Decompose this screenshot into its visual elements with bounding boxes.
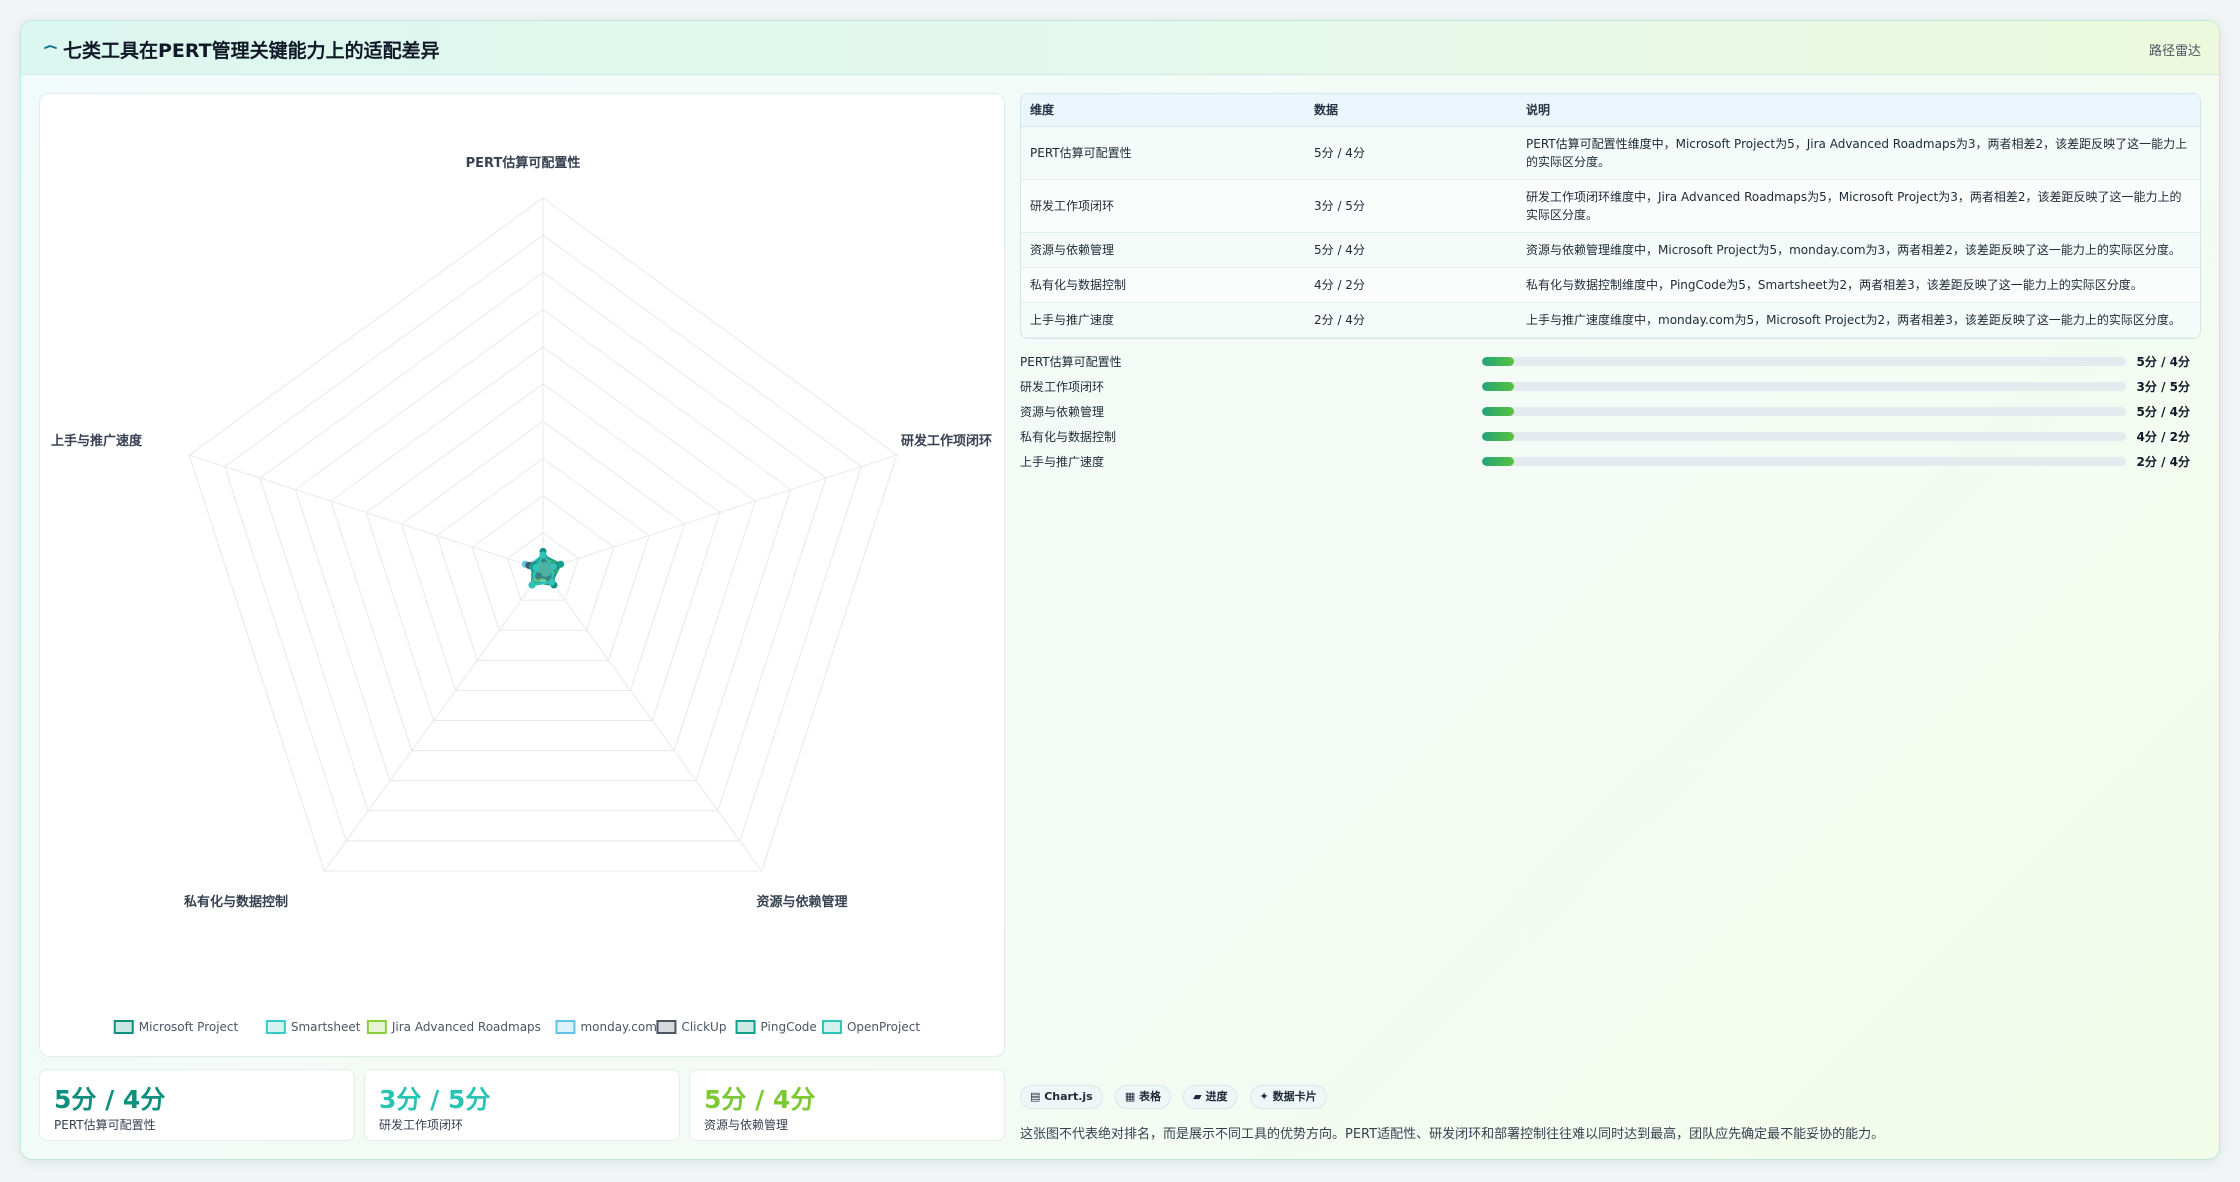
progress-value: 4分 / 2分 xyxy=(2136,430,2190,444)
chip-table[interactable]: ▦ 表格 xyxy=(1114,1085,1172,1109)
series-point xyxy=(548,578,556,586)
radar-logo-icon xyxy=(44,45,57,49)
legend-label: PingCode xyxy=(761,1020,817,1034)
progress-value: 5分 / 4分 xyxy=(2136,355,2190,369)
series-point xyxy=(528,581,536,589)
progress-label: PERT估算可配置性 xyxy=(1020,355,1122,369)
progress-label: 资源与依赖管理 xyxy=(1020,405,1105,419)
legend-swatch xyxy=(735,1020,756,1034)
footnote: 这张图不代表绝对排名，而是展示不同工具的优势方向。PERT适配性、研发闭环和部署… xyxy=(1020,1127,1885,1142)
progress-fill xyxy=(1482,407,1515,416)
axis-label: 上手与推广速度 xyxy=(51,433,143,449)
stat-value: 5分 / 4分 xyxy=(54,1085,166,1114)
stat-value: 3分 / 5分 xyxy=(379,1085,491,1114)
progress-value: 2分 / 4分 xyxy=(2136,455,2190,469)
progress-track xyxy=(1482,357,2126,366)
progress-track xyxy=(1482,432,2126,441)
col-header-note: 说明 xyxy=(1517,94,2200,127)
header-bar: 七类工具在PERT管理关键能力上的适配差异 路径雷达 xyxy=(21,21,2219,75)
progress-fill xyxy=(1482,382,1515,391)
cell-note: 私有化与数据控制维度中，PingCode为5，Smartsheet为2，两者相差… xyxy=(1517,267,2200,303)
comparison-table: 维度 数据 说明 PERT估算可配置性 5分 / 4分 PERT估算可配置性维度… xyxy=(1020,93,2201,339)
stat-label: 资源与依赖管理 xyxy=(704,1118,789,1132)
progress-track xyxy=(1482,382,2126,391)
series-point xyxy=(550,563,558,571)
chip-data-cards[interactable]: ✦ 数据卡片 xyxy=(1249,1085,1327,1109)
progress-row: 研发工作项闭环 3分 / 5分 xyxy=(1020,374,2190,399)
progress-fill xyxy=(1482,432,1515,441)
cell-note: 资源与依赖管理维度中，Microsoft Project为5，monday.co… xyxy=(1517,232,2200,268)
legend-label: monday.com xyxy=(580,1020,656,1034)
progress-row: 上手与推广速度 2分 / 4分 xyxy=(1020,449,2190,474)
progress-row: 资源与依赖管理 5分 / 4分 xyxy=(1020,399,2190,424)
progress-value: 5分 / 4分 xyxy=(2136,405,2190,419)
axis-label: 资源与依赖管理 xyxy=(756,894,847,910)
cell-dimension: 研发工作项闭环 xyxy=(1021,179,1305,233)
stat-card-pert: 5分 / 4分 PERT估算可配置性 xyxy=(39,1069,355,1141)
progress-row: PERT估算可配置性 5分 / 4分 xyxy=(1020,349,2190,374)
chip-progress[interactable]: ▰ 进度 xyxy=(1183,1085,1238,1109)
progress-fill xyxy=(1482,357,1515,366)
cell-dimension: 资源与依赖管理 xyxy=(1021,232,1305,268)
legend-swatch xyxy=(821,1020,842,1034)
cell-data: 4分 / 2分 xyxy=(1305,267,1517,303)
progress-label: 私有化与数据控制 xyxy=(1020,430,1117,444)
series-point xyxy=(539,551,547,559)
legend-swatch xyxy=(113,1020,134,1034)
legend-label: Smartsheet xyxy=(291,1020,361,1034)
legend-swatch xyxy=(366,1020,387,1034)
progress-fill xyxy=(1482,457,1515,466)
progress-row: 私有化与数据控制 4分 / 2分 xyxy=(1020,424,2190,449)
chip-chartjs[interactable]: ▤ Chart.js xyxy=(1020,1085,1103,1109)
series-point xyxy=(532,564,540,572)
progress-track xyxy=(1482,457,2126,466)
cell-note: PERT估算可配置性维度中，Microsoft Project为5，Jira A… xyxy=(1517,126,2200,180)
table-row: 研发工作项闭环 3分 / 5分 研发工作项闭环维度中，Jira Advanced… xyxy=(1021,179,2200,233)
progress-track xyxy=(1482,407,2126,416)
stat-card-resource: 5分 / 4分 资源与依赖管理 xyxy=(689,1069,1005,1141)
series-point xyxy=(557,560,565,568)
dashboard-card: 七类工具在PERT管理关键能力上的适配差异 路径雷达 PERT估算可配置性 研发工… xyxy=(20,20,2220,1160)
grid-spoke xyxy=(542,454,897,571)
view-tag[interactable]: 路径雷达 xyxy=(2149,40,2201,59)
axis-label: 私有化与数据控制 xyxy=(184,894,288,910)
table-row: 上手与推广速度 2分 / 4分 上手与推广速度维度中，monday.com为5，… xyxy=(1021,302,2200,338)
cell-note: 研发工作项闭环维度中，Jira Advanced Roadmaps为5，Micr… xyxy=(1517,179,2200,233)
page-title: 七类工具在PERT管理关键能力上的适配差异 xyxy=(63,40,440,62)
radar-chart: PERT估算可配置性研发工作项闭环资源与依赖管理 私有化与数据控制 上手与推广速度 M… xyxy=(51,155,992,1034)
cell-dimension: 私有化与数据控制 xyxy=(1021,267,1305,303)
stat-value: 5分 / 4分 xyxy=(704,1085,816,1114)
col-header-data: 数据 xyxy=(1305,94,1517,127)
progress-label: 研发工作项闭环 xyxy=(1020,380,1105,394)
feature-chips: ▤ Chart.js ▦ 表格 ▰ 进度 ✦ 数据卡片 xyxy=(1020,1085,1334,1111)
cell-data: 5分 / 4分 xyxy=(1305,232,1517,268)
table-row: PERT估算可配置性 5分 / 4分 PERT估算可配置性维度中，Microso… xyxy=(1021,126,2200,180)
progress-label: 上手与推广速度 xyxy=(1020,455,1105,469)
legend-swatch xyxy=(656,1020,677,1034)
stat-label: 研发工作项闭环 xyxy=(379,1118,464,1132)
axis-label: PERT估算可配置性 xyxy=(466,155,581,171)
stat-label: PERT估算可配置性 xyxy=(54,1118,156,1132)
legend-label: Microsoft Project xyxy=(139,1020,239,1034)
table-row: 资源与依赖管理 5分 / 4分 资源与依赖管理维度中，Microsoft Pro… xyxy=(1021,232,2200,268)
progress-value: 3分 / 5分 xyxy=(2136,380,2190,394)
progress-list: PERT估算可配置性 5分 / 4分 研发工作项闭环 3分 / 5分 资源与依赖… xyxy=(1020,349,2190,474)
cell-data: 2分 / 4分 xyxy=(1305,302,1517,338)
grid-spoke xyxy=(189,454,544,571)
legend-swatch xyxy=(555,1020,576,1034)
cell-dimension: PERT估算可配置性 xyxy=(1021,126,1305,180)
cell-dimension: 上手与推广速度 xyxy=(1021,302,1305,338)
legend-label: OpenProject xyxy=(847,1020,920,1034)
cell-note: 上手与推广速度维度中，monday.com为5，Microsoft Projec… xyxy=(1517,302,2200,338)
col-header-dimension: 维度 xyxy=(1021,94,1305,127)
table-row: 私有化与数据控制 4分 / 2分 私有化与数据控制维度中，PingCode为5，… xyxy=(1021,267,2200,303)
cell-data: 3分 / 5分 xyxy=(1305,179,1517,233)
legend-label: ClickUp xyxy=(681,1020,726,1034)
axis-label: 研发工作项闭环 xyxy=(901,433,992,449)
legend-label: Jira Advanced Roadmaps xyxy=(391,1020,541,1034)
legend-swatch xyxy=(265,1020,286,1034)
radar-chart-panel: PERT估算可配置性研发工作项闭环资源与依赖管理 私有化与数据控制 上手与推广速度 M… xyxy=(39,93,1005,1057)
cell-data: 5分 / 4分 xyxy=(1305,126,1517,180)
stat-card-closure: 3分 / 5分 研发工作项闭环 xyxy=(364,1069,680,1141)
